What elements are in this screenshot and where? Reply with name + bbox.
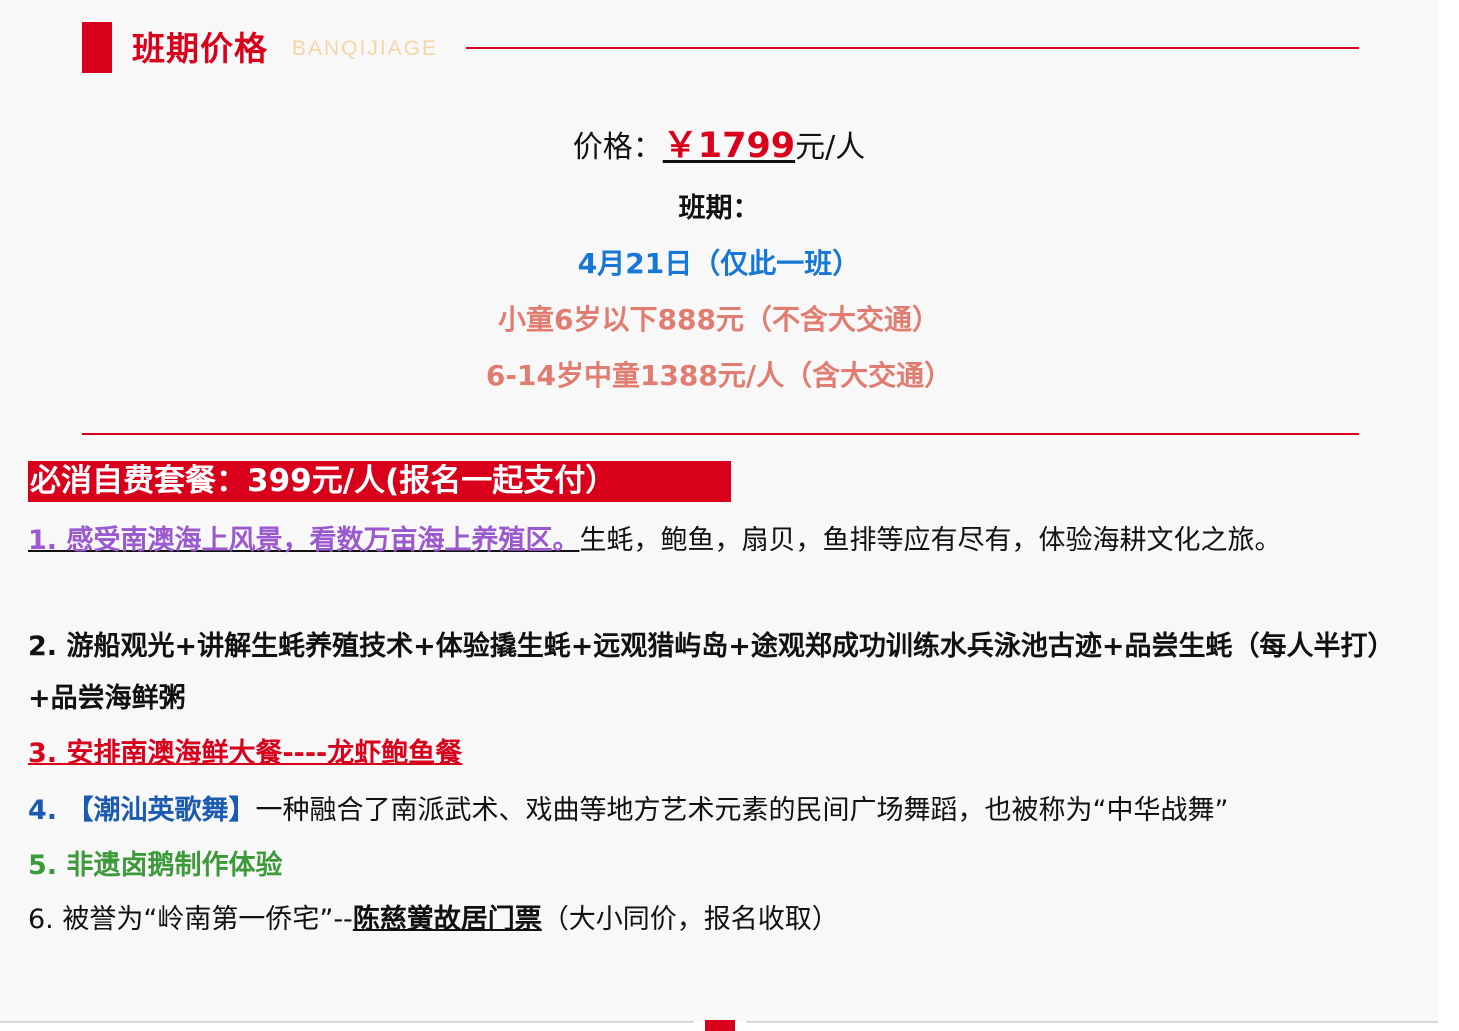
footer-marker (705, 1020, 735, 1031)
list-item-6: 6. 被誉为“岭南第一侨宅”--陈慈黉故居门票（大小同价，报名收取） (28, 894, 1418, 946)
list-item-4: 4. 【潮汕英歌舞】一种融合了南派武术、戏曲等地方艺术元素的民间广场舞蹈，也被称… (28, 785, 1418, 837)
section-divider (82, 433, 1359, 435)
price-label: 价格： (572, 130, 663, 165)
child-price-6-14: 6-14岁中童1388元/人（含大交通） (485, 359, 953, 392)
schedule-label: 班期： (678, 193, 760, 224)
list-item-1: 1. 感受南澳海上风景，看数万亩海上养殖区。生蚝，鲍鱼，扇贝，鱼排等应有尽有，体… (28, 515, 1418, 567)
price-row: 价格：￥1799元/人 (0, 124, 1438, 170)
section-subtitle: BANQIJIAGE (292, 37, 439, 60)
item4-prefix: 4. (28, 795, 67, 826)
list-item-5: 5. 非遗卤鹅制作体验 (28, 850, 283, 881)
item6-text: （大小同价，报名收取） (541, 904, 839, 935)
section-marker (82, 22, 112, 73)
list-item-3: 3. 安排南澳海鲜大餐----龙虾鲍鱼餐 (28, 738, 463, 769)
mandatory-package-banner: 必消自费套餐：399元/人(报名一起支付） (28, 461, 731, 502)
item4-highlight: 【潮汕英歌舞】 (66, 795, 256, 826)
section-title-rule (466, 47, 1359, 49)
item6-prefix: 6. 被誉为“岭南第一侨宅”-- (28, 904, 353, 935)
schedule-date: 4月21日（仅此一班） (577, 247, 861, 280)
item1-text: 生蚝，鲍鱼，扇贝，鱼排等应有尽有，体验海耕文化之旅。 (579, 525, 1282, 556)
list-item-2: 2. 游船观光+讲解生蚝养殖技术+体验撬生蚝+远观猎屿岛+途观郑成功训练水兵泳池… (28, 631, 1395, 714)
child-price-under6: 小童6岁以下888元（不含大交通） (498, 303, 940, 336)
price-amount: ￥1799 (662, 126, 796, 166)
item1-highlight: 1. 感受南澳海上风景，看数万亩海上养殖区。 (28, 525, 580, 556)
price-unit: 元/人 (795, 130, 866, 165)
section-title: 班期价格 (132, 29, 268, 68)
content-panel: 班期价格 BANQIJIAGE 价格：￥1799元/人 班期： 4月21日（仅此… (0, 0, 1438, 1022)
item4-text: 一种融合了南派武术、戏曲等地方艺术元素的民间广场舞蹈，也被称为“中华战舞” (255, 795, 1229, 826)
item6-highlight: 陈慈黉故居门票 (352, 904, 542, 935)
